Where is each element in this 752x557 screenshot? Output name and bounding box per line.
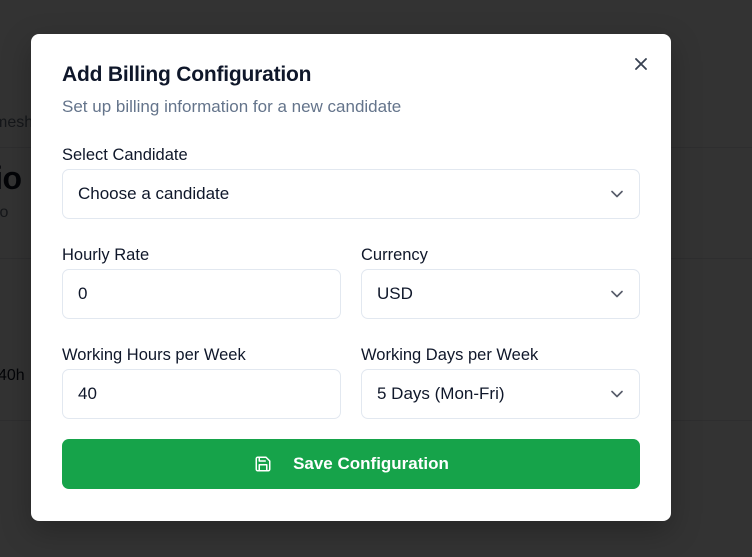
hours-per-week-input[interactable] <box>78 384 325 404</box>
candidate-select-value: Choose a candidate <box>78 184 230 203</box>
dialog-title: Add Billing Configuration <box>62 63 312 86</box>
days-per-week-select-value: 5 Days (Mon-Fri) <box>377 384 505 403</box>
chevron-down-icon <box>610 187 624 201</box>
hours-per-week-label: Working Hours per Week <box>62 346 246 364</box>
close-button[interactable] <box>631 54 651 74</box>
days-per-week-select[interactable]: 5 Days (Mon-Fri) <box>361 369 640 419</box>
save-button-label: Save Configuration <box>293 454 449 473</box>
chevron-down-icon <box>610 387 624 401</box>
hourly-rate-input[interactable] <box>78 284 325 304</box>
candidate-label: Select Candidate <box>62 146 188 164</box>
hours-per-week-field[interactable] <box>62 369 341 419</box>
days-per-week-label: Working Days per Week <box>361 346 539 364</box>
save-icon <box>253 454 273 474</box>
candidate-select[interactable]: Choose a candidate <box>62 169 640 219</box>
billing-config-dialog: Add Billing Configuration Set up billing… <box>31 34 671 521</box>
chevron-down-icon <box>610 287 624 301</box>
currency-select-value: USD <box>377 284 413 303</box>
dialog-description: Set up billing information for a new can… <box>62 97 402 116</box>
save-configuration-button[interactable]: Save Configuration <box>62 439 640 489</box>
close-icon <box>635 58 647 70</box>
hourly-rate-field[interactable] <box>62 269 341 319</box>
currency-label: Currency <box>361 246 428 264</box>
currency-select[interactable]: USD <box>361 269 640 319</box>
hourly-rate-label: Hourly Rate <box>62 246 150 264</box>
